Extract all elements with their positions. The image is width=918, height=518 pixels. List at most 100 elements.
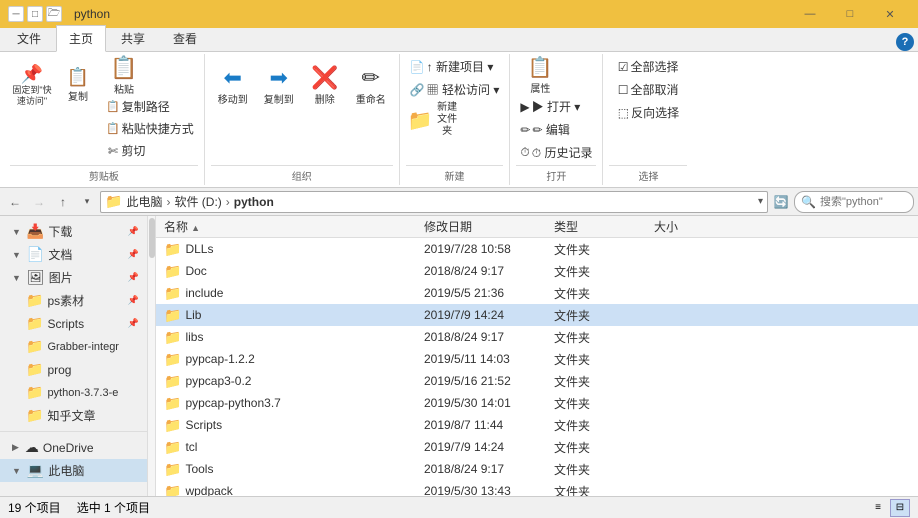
table-row[interactable]: 📁pypcap3-0.22019/5/16 21:52文件夹 — [156, 370, 918, 392]
sidebar-item-docs[interactable]: ▼ 📄 文档 📌 — [0, 243, 147, 266]
title-bar-icons: ─ □ 🗁 — [8, 6, 62, 22]
pin-label: 固定到"快 速访问" — [12, 85, 52, 107]
new-folder-label: 新建 文件夹 — [437, 102, 458, 138]
tab-file[interactable]: 文件 — [4, 25, 54, 51]
maximize-button[interactable]: □ — [830, 0, 870, 28]
table-row[interactable]: 📁pypcap-python3.72019/5/30 14:01文件夹 — [156, 392, 918, 414]
download-icon: 📥 — [27, 223, 44, 240]
invert-select-button[interactable]: ⬚ 反向选择 — [614, 102, 683, 123]
history-icon: ⏱ — [520, 145, 529, 160]
file-date: 2019/5/30 13:43 — [424, 484, 554, 496]
back-button[interactable]: ← — [4, 191, 26, 213]
sidebar-item-python[interactable]: 📁 python-3.7.3-e — [0, 381, 147, 404]
table-row[interactable]: 📁Lib2019/7/9 14:24文件夹 — [156, 304, 918, 326]
sidebar-item-scripts[interactable]: 📁 Scripts 📌 — [0, 312, 147, 335]
breadcrumb-1[interactable]: 此电脑 — [126, 193, 162, 210]
history-button[interactable]: ⏱ ⏱ 历史记录 — [516, 142, 596, 163]
forward-button[interactable]: → — [28, 191, 50, 213]
list-view-button[interactable]: ≡ — [868, 499, 888, 517]
new-item-label: ↑ 新建项目 ▾ — [427, 58, 494, 75]
sidebar-item-pics[interactable]: ▼ 🖼 图片 📌 — [0, 266, 147, 289]
tab-view[interactable]: 查看 — [160, 25, 210, 51]
table-row[interactable]: 📁DLLs2019/7/28 10:58文件夹 — [156, 238, 918, 260]
table-row[interactable]: 📁tcl2019/7/9 14:24文件夹 — [156, 436, 918, 458]
file-name: pypcap3-0.2 — [185, 374, 251, 388]
easy-access-button[interactable]: 🔗 ▦ 轻松访问 ▾ — [406, 79, 504, 100]
copy-path-button[interactable]: 📋 复制路径 — [102, 96, 198, 117]
table-row[interactable]: 📁include2019/5/5 21:36文件夹 — [156, 282, 918, 304]
file-area: 名称 ▲ 修改日期 类型 大小 📁DLLs2019/7/28 10:58文件夹📁… — [156, 216, 918, 496]
up-button[interactable]: ↑ — [52, 191, 74, 213]
sort-arrow: ▲ — [191, 223, 200, 233]
sidebar-item-zhihu[interactable]: 📁 知乎文章 — [0, 404, 147, 427]
search-input[interactable] — [820, 196, 900, 208]
tab-home[interactable]: 主页 — [56, 25, 106, 52]
sidebar-item-ps[interactable]: 📁 ps素材 📌 — [0, 289, 147, 312]
file-date: 2018/8/24 9:17 — [424, 330, 554, 344]
file-type: 文件夹 — [554, 351, 654, 368]
file-type: 文件夹 — [554, 417, 654, 434]
table-row[interactable]: 📁Scripts2019/8/7 11:44文件夹 — [156, 414, 918, 436]
cut-button[interactable]: ✄ 剪切 — [102, 140, 198, 161]
new-item-button[interactable]: 📄 ↑ 新建项目 ▾ — [406, 56, 498, 77]
move-button[interactable]: ⬅ 移动到 — [211, 56, 255, 114]
table-row[interactable]: 📁wpdpack2019/5/30 13:43文件夹 — [156, 480, 918, 496]
tab-share[interactable]: 共享 — [108, 25, 158, 51]
scrollbar-thumb[interactable] — [149, 218, 155, 258]
delete-button[interactable]: ❌ 删除 — [303, 56, 347, 114]
copy2-label: 复制到 — [264, 91, 294, 106]
refresh-button[interactable]: 🔄 — [770, 191, 792, 213]
sidebar-item-onedrive[interactable]: ▶ ☁ OneDrive — [0, 436, 147, 459]
col-size[interactable]: 大小 — [654, 218, 734, 235]
help-button[interactable]: ? — [896, 33, 914, 51]
pin-button[interactable]: 📌 固定到"快 速访问" — [10, 56, 54, 114]
open-button[interactable]: ▶ ▶ 打开 ▾ — [516, 96, 584, 117]
rename-button[interactable]: ✏ 重命名 — [349, 56, 393, 114]
breadcrumb-3[interactable]: python — [234, 195, 274, 209]
window-icon3[interactable]: 🗁 — [46, 6, 62, 22]
pics-icon: 🖼 — [27, 269, 45, 286]
easy-access-label: ▦ 轻松访问 ▾ — [427, 81, 500, 98]
address-bar[interactable]: 📁 此电脑 › 软件 (D:) › python ▾ — [100, 191, 768, 213]
window-icon2[interactable]: □ — [27, 6, 43, 22]
deselect-button[interactable]: ☐ 全部取消 — [614, 79, 683, 100]
sidebar-label-thispc: 此电脑 — [48, 462, 84, 479]
pin-icon: 📌 — [21, 64, 43, 85]
col-type[interactable]: 类型 — [554, 218, 654, 235]
sidebar-item-prog[interactable]: 📁 prog — [0, 358, 147, 381]
detail-view-button[interactable]: ⊟ — [890, 499, 910, 517]
copy-button[interactable]: 📋 复制 — [56, 56, 100, 114]
close-button[interactable]: ✕ — [870, 0, 910, 28]
window-icon[interactable]: ─ — [8, 6, 24, 22]
table-row[interactable]: 📁Doc2018/8/24 9:17文件夹 — [156, 260, 918, 282]
table-row[interactable]: 📁Tools2018/8/24 9:17文件夹 — [156, 458, 918, 480]
select-all-button[interactable]: ☑ 全部选择 — [614, 56, 683, 77]
delete-icon: ❌ — [311, 65, 338, 91]
sidebar-item-download[interactable]: ▼ 📥 下载 📌 — [0, 220, 147, 243]
new-folder-button[interactable]: 📁 新建 文件夹 — [406, 102, 460, 138]
breadcrumb-2[interactable]: 软件 (D:) — [174, 193, 221, 210]
address-dropdown[interactable]: ▾ — [758, 196, 763, 207]
table-row[interactable]: 📁libs2018/8/24 9:17文件夹 — [156, 326, 918, 348]
sidebar-arrow: ▼ — [12, 250, 21, 260]
sidebar-scrollbar[interactable] — [148, 216, 156, 496]
col-date[interactable]: 修改日期 — [424, 218, 554, 235]
select-label: 选择 — [609, 165, 687, 183]
paste-button[interactable]: 📋 粘贴 — [102, 56, 146, 94]
minimize-button[interactable]: — — [790, 0, 830, 28]
onedrive-icon: ☁ — [25, 439, 39, 456]
copy2-button[interactable]: ➡ 复制到 — [257, 56, 301, 114]
table-row[interactable]: 📁pypcap-1.2.22019/5/11 14:03文件夹 — [156, 348, 918, 370]
sidebar-label-grabber: Grabber-integr — [47, 341, 119, 353]
sidebar-item-this-pc[interactable]: ▼ 💻 此电脑 — [0, 459, 147, 482]
open-content: 📋 属性 ▶ ▶ 打开 ▾ ✏ ✏ 编辑 ⏱ ⏱ 历史记录 — [516, 56, 596, 163]
item-count: 19 个项目 — [8, 499, 61, 516]
props-button[interactable]: 📋 属性 — [516, 56, 564, 94]
col-name[interactable]: 名称 ▲ — [164, 218, 424, 235]
search-bar[interactable]: 🔍 — [794, 191, 914, 213]
paste-shortcut-button[interactable]: 📋 粘贴快捷方式 — [102, 118, 198, 139]
new-label: 新建 — [406, 165, 504, 183]
sidebar-item-grabber[interactable]: 📁 Grabber-integr — [0, 335, 147, 358]
recent-button[interactable]: ▾ — [76, 191, 98, 213]
edit-button[interactable]: ✏ ✏ 编辑 — [516, 119, 573, 140]
